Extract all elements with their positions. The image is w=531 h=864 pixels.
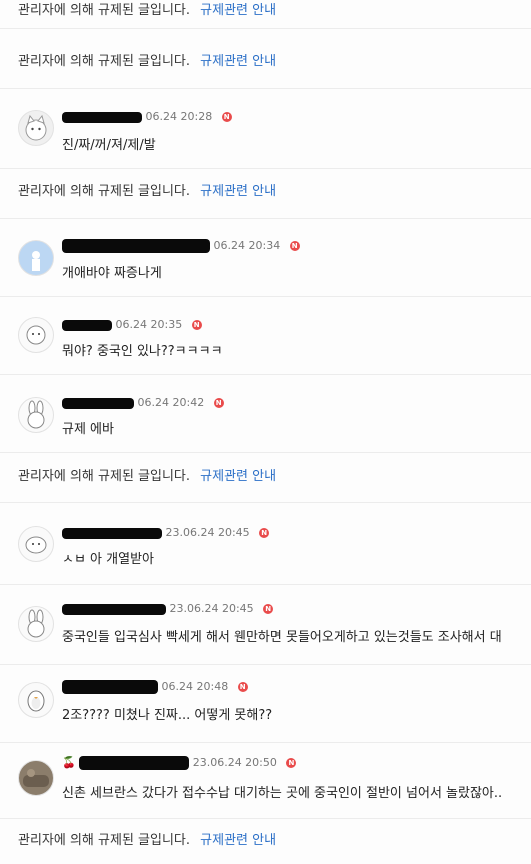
deleted-notice: 관리자에 의해 규제된 글입니다. — [18, 54, 191, 69]
regulation-guide-link[interactable]: 규제관련 안내 — [200, 469, 276, 484]
deleted-comment: 관리자에 의해 규제된 글입니다. 규제관련 안내 — [0, 0, 531, 29]
deleted-comment: 관리자에 의해 규제된 글입니다. 규제관련 안내 — [0, 820, 531, 864]
comment-date: 06.24 20:28 — [145, 110, 213, 123]
bunny-icon[interactable] — [18, 606, 54, 642]
comment-date: 23.06.24 20:50 — [192, 756, 277, 769]
new-badge: N — [213, 398, 224, 408]
redacted-nickname — [62, 680, 158, 694]
bunny-icon[interactable] — [18, 397, 54, 433]
redacted-nickname — [62, 239, 210, 253]
deleted-comment: 관리자에 의해 규제된 글입니다. 규제관련 안내 — [0, 454, 531, 503]
regulation-guide-link[interactable]: 규제관련 안내 — [200, 3, 276, 18]
comment-item: 06.24 20:42 N 규제 에바 — [0, 376, 531, 453]
redacted-nickname — [62, 527, 162, 539]
new-badge: N — [259, 528, 270, 538]
comment-text: 진/짜/꺼/져/제/발 — [62, 138, 156, 153]
comment-meta: 23.06.24 20:45 N — [62, 602, 274, 615]
deleted-notice: 관리자에 의해 규제된 글입니다. — [18, 3, 191, 18]
comment-meta: 23.06.24 20:45 N — [62, 526, 270, 539]
new-badge: N — [289, 241, 300, 251]
comment-text: 개애바야 짜증나게 — [62, 266, 162, 281]
regulation-guide-link[interactable]: 규제관련 안내 — [200, 184, 276, 199]
round-face-icon[interactable] — [18, 317, 54, 353]
redacted-nickname — [62, 603, 166, 615]
new-badge: N — [286, 758, 297, 768]
photo-avatar-icon[interactable] — [18, 240, 54, 276]
deleted-comment: 관리자에 의해 규제된 글입니다. 규제관련 안내 — [0, 170, 531, 219]
redacted-nickname — [62, 319, 112, 331]
comment-item: 06.24 20:28 N 진/짜/꺼/져/제/발 — [0, 90, 531, 169]
regulation-guide-link[interactable]: 규제관련 안내 — [200, 54, 276, 69]
deleted-comment: 관리자에 의해 규제된 글입니다. 규제관련 안내 — [0, 40, 531, 89]
photo-avatar-icon[interactable] — [18, 760, 54, 796]
deleted-notice: 관리자에 의해 규제된 글입니다. — [18, 833, 191, 848]
comment-text: 규제 에바 — [62, 422, 114, 437]
comment-meta: 06.24 20:34 N — [62, 239, 300, 253]
comment-item: 23.06.24 20:45 N 중국인들 입국심사 빡세게 해서 웬만하면 못… — [0, 586, 531, 665]
comment-meta: 06.24 20:35 N — [62, 318, 202, 331]
cherry-icon: 🍒 — [62, 756, 76, 769]
regulation-guide-link[interactable]: 규제관련 안내 — [200, 833, 276, 848]
cat-face-icon[interactable] — [18, 110, 54, 146]
comment-date: 06.24 20:35 — [115, 318, 183, 331]
comment-date: 23.06.24 20:45 — [165, 526, 250, 539]
deleted-notice: 관리자에 의해 규제된 글입니다. — [18, 184, 191, 199]
new-badge: N — [221, 112, 232, 122]
redacted-nickname — [62, 111, 142, 123]
comment-text: 2조???? 미쳤나 진짜... 어떻게 못해?? — [62, 708, 273, 723]
comment-date: 06.24 20:42 — [137, 396, 205, 409]
deleted-notice: 관리자에 의해 규제된 글입니다. — [18, 469, 191, 484]
comment-text: 뭐야? 중국인 있나??ㅋㅋㅋㅋ — [62, 344, 223, 359]
comment-meta: 06.24 20:42 N — [62, 396, 224, 409]
comment-date: 06.24 20:34 — [213, 239, 281, 252]
comment-meta: 06.24 20:48 N — [62, 680, 248, 694]
penguin-icon[interactable] — [18, 682, 54, 718]
comment-text: ㅅㅂ 아 개열받아 — [62, 552, 154, 567]
comment-item: 🍒 23.06.24 20:50 N 신촌 세브란스 갔다가 접수수납 대기하는… — [0, 744, 531, 819]
comment-meta: 🍒 23.06.24 20:50 N — [62, 756, 297, 770]
redacted-nickname — [79, 756, 190, 770]
comment-text: 신촌 세브란스 갔다가 접수수납 대기하는 곳에 중국인이 절반이 넘어서 놀랐… — [62, 786, 503, 801]
comment-date: 06.24 20:48 — [161, 680, 229, 693]
comment-item: 06.24 20:35 N 뭐야? 중국인 있나??ㅋㅋㅋㅋ — [0, 298, 531, 375]
comment-item: 23.06.24 20:45 N ㅅㅂ 아 개열받아 — [0, 504, 531, 585]
new-badge: N — [237, 682, 248, 692]
blob-face-icon[interactable] — [18, 526, 54, 562]
new-badge: N — [263, 604, 274, 614]
comment-date: 23.06.24 20:45 — [169, 602, 254, 615]
comment-item: 06.24 20:48 N 2조???? 미쳤나 진짜... 어떻게 못해?? — [0, 666, 531, 743]
comment-meta: 06.24 20:28 N — [62, 110, 232, 123]
new-badge: N — [191, 320, 202, 330]
comment-text: 중국인들 입국심사 빡세게 해서 웬만하면 못들어오게하고 있는것들도 조사해서… — [62, 630, 502, 645]
comment-item: 06.24 20:34 N 개애바야 짜증나게 — [0, 220, 531, 297]
redacted-nickname — [62, 397, 134, 409]
